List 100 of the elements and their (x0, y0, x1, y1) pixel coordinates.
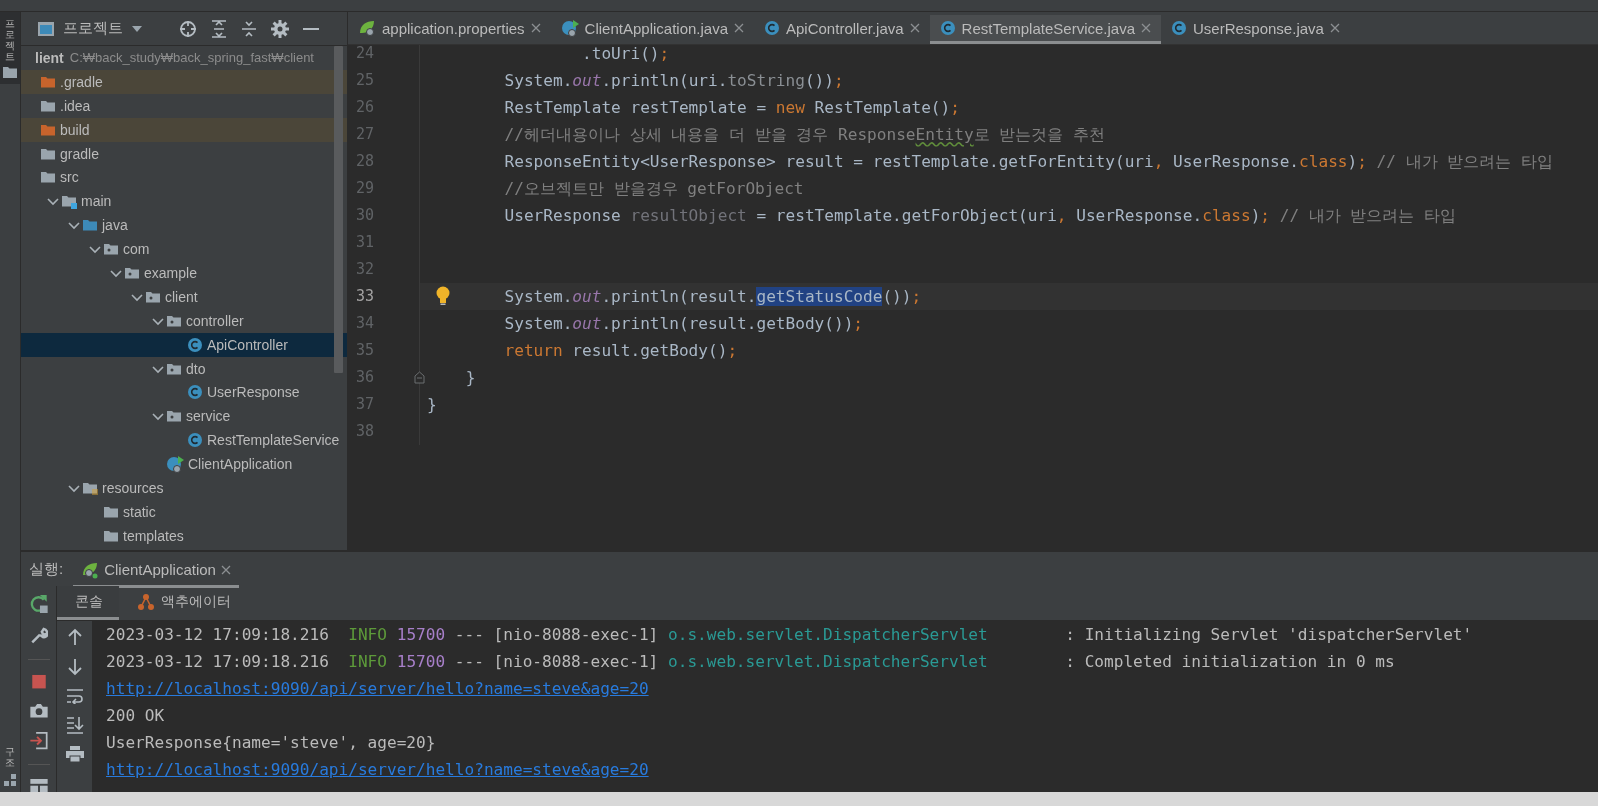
panel-tab[interactable]: 액추에이터 (119, 586, 247, 620)
code-line: return result.getBody(); (503, 340, 739, 362)
tree-item[interactable]: java (21, 213, 347, 238)
code-line: .toUri(); (581, 45, 671, 65)
close-icon[interactable] (1329, 23, 1340, 33)
tree-item[interactable]: resources (21, 476, 347, 500)
folder-icon (61, 193, 77, 210)
code-line: } (426, 394, 438, 416)
editor-tab[interactable]: RestTemplateService.java (929, 15, 1161, 44)
rerun-icon[interactable] (28, 594, 49, 614)
line-number: 31 (356, 233, 375, 251)
line-number: 36 (356, 368, 375, 386)
line-number: 24 (356, 45, 375, 62)
layout-icon[interactable] (29, 778, 48, 792)
console-line: UserResponse{name='steve', age=20} (106, 732, 437, 754)
line-number: 35 (356, 341, 375, 359)
line-number: 29 (356, 179, 375, 197)
class-icon (764, 20, 780, 36)
class-icon (1171, 20, 1187, 36)
line-number: 27 (356, 125, 375, 143)
class-icon (187, 336, 203, 353)
code-line: RestTemplate restTemplate = new RestTemplate(); (503, 97, 961, 119)
code-line: ResponseEntity<UserResponse> result = restTemplate.getForEntity(uri, UserResponse.class); // 내가 받으려는 타입 (503, 151, 1555, 173)
panel-label: 실행: (29, 559, 64, 579)
console-line: 2023-03-12 17:09:18.216 INFO 15700 --- [nio-8088-exec-1] o.s.web.servlet.DispatcherServlet : Completed initialization in 0 ms (106, 651, 1396, 673)
line-number: 30 (356, 206, 375, 224)
console-link[interactable]: http://localhost:9090/api/server/hello?name=steve&age=20 (106, 760, 649, 779)
wrench-icon[interactable] (29, 627, 48, 645)
locate-icon[interactable] (179, 19, 197, 38)
view-selector[interactable]: 프로젝트 (63, 19, 123, 38)
editor-tab[interactable]: ClientApplication.java (550, 15, 754, 44)
close-icon[interactable] (909, 23, 920, 33)
grid-icon (4, 774, 16, 786)
tree-item[interactable]: build (21, 117, 347, 142)
tree-item[interactable]: dto (21, 356, 347, 381)
tree-item[interactable]: UserResponse (21, 380, 347, 405)
line-number: 32 (356, 260, 375, 278)
print-icon[interactable] (65, 746, 84, 762)
folder-icon (3, 66, 17, 78)
tree-item[interactable]: controller (21, 308, 347, 333)
tree-item[interactable]: RestTemplateService (21, 428, 347, 453)
console-line: 200 OK (106, 705, 166, 727)
nodes-icon (137, 592, 155, 611)
code-line: //오브젝트만 받을경우 getForObject (503, 178, 805, 200)
caret-icon[interactable] (131, 24, 143, 33)
side-tab[interactable]: 구조 (5, 740, 15, 774)
tree-item[interactable]: com (21, 237, 347, 261)
close-icon[interactable] (1141, 23, 1151, 33)
line-number: 25 (356, 71, 375, 89)
wrap-icon[interactable] (65, 688, 84, 704)
editor-tab[interactable]: application.properties (348, 15, 551, 44)
tree-item[interactable]: ApiController (21, 332, 347, 357)
close-icon[interactable] (220, 564, 231, 575)
editor-tab[interactable]: UserResponse.java (1161, 15, 1350, 44)
tree-item[interactable]: templates (21, 523, 347, 548)
folder-icon (82, 217, 98, 234)
line-number: 34 (356, 314, 375, 332)
class-icon (187, 384, 203, 401)
tree-item[interactable]: .gradle (21, 69, 347, 94)
down-arrow-icon[interactable] (67, 658, 82, 676)
close-icon[interactable] (734, 23, 744, 33)
run-class-icon (560, 19, 579, 37)
lightbulb-icon[interactable] (436, 286, 450, 306)
tree-item[interactable]: static (21, 499, 347, 524)
close-icon[interactable] (530, 23, 541, 33)
expand-all-icon[interactable] (211, 19, 227, 38)
side-tab[interactable]: 프로젝트 (0, 12, 20, 84)
line-number: 37 (356, 395, 375, 413)
package-icon (103, 241, 119, 258)
tree-item[interactable]: .idea (21, 93, 347, 118)
tree-item[interactable]: lient C:₩back_study₩back_spring_fast₩client (21, 46, 347, 70)
console-line: 2023-03-12 17:09:18.216 INFO 15700 --- [nio-8088-exec-1] o.s.web.servlet.DispatcherServlet : Initializing Servlet 'dispatcherServlet' (106, 624, 1474, 646)
console-link[interactable]: http://localhost:9090/api/server/hello?name=steve&age=20 (106, 679, 649, 698)
code-line: } (464, 367, 477, 389)
leaf-icon (358, 19, 376, 37)
tree-item[interactable]: example (21, 261, 347, 285)
run-class-icon (166, 455, 184, 474)
package-icon (166, 408, 182, 425)
tree-item[interactable]: ClientApplication (21, 452, 347, 477)
tree-item[interactable]: service (21, 404, 347, 429)
tree-item[interactable]: src (21, 165, 347, 190)
code-line: System.out.println(result.getBody()); (503, 313, 865, 335)
class-icon (187, 432, 203, 449)
stop-icon[interactable] (30, 673, 47, 689)
class-icon (939, 20, 956, 36)
tree-item[interactable]: main (21, 189, 347, 214)
collapse-all-icon[interactable] (241, 19, 257, 38)
settings-icon[interactable] (271, 19, 289, 38)
tree-item[interactable]: client (21, 284, 347, 309)
code-line: UserResponse resultObject = restTemplate.getForObject(uri, UserResponse.class); // 내가 받으려는 타입 (503, 205, 1458, 227)
editor-tab[interactable]: ApiController.java (754, 15, 930, 44)
camera-icon[interactable] (28, 702, 49, 719)
window-icon (37, 20, 55, 37)
line-number: 33 (356, 287, 375, 305)
up-arrow-icon[interactable] (67, 628, 82, 646)
scrollbar-thumb[interactable] (334, 46, 343, 373)
panel-tab[interactable]: 콘솔 (57, 586, 119, 620)
scroll-end-icon[interactable] (65, 716, 84, 734)
tree-item[interactable]: gradle (21, 141, 347, 166)
exit-icon[interactable] (29, 732, 48, 750)
